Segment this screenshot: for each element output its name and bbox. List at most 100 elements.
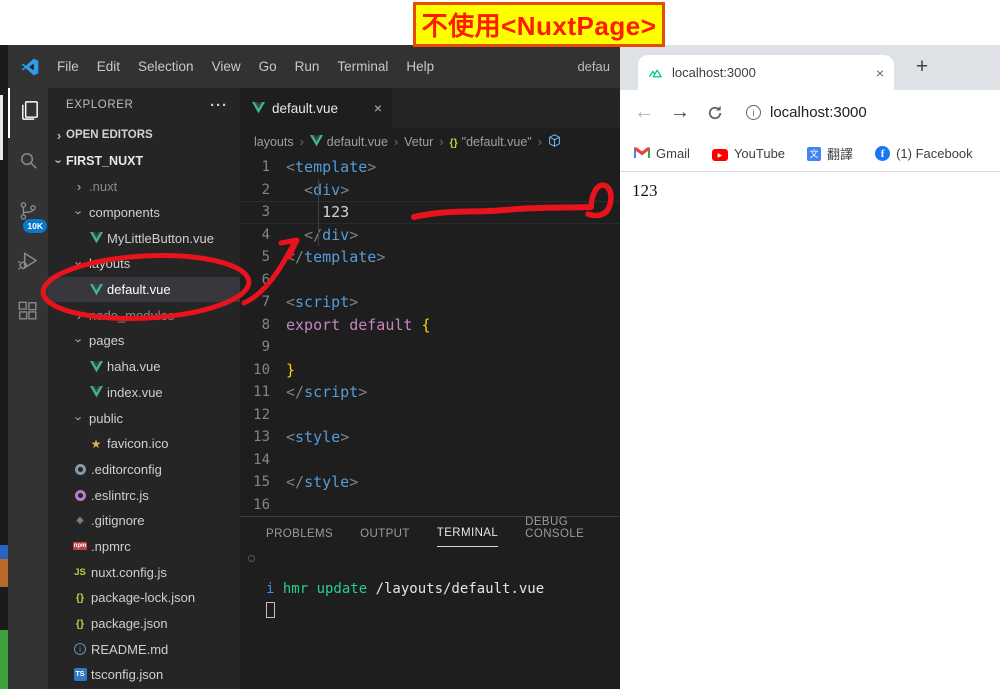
bookmark-[interactable]: 文翻譯 (807, 144, 853, 163)
tree-item-public[interactable]: › public (48, 405, 240, 431)
code-line-7[interactable]: 7 <script> (240, 291, 620, 314)
panel-tab-problems[interactable]: PROBLEMS (266, 528, 333, 547)
tree-item-gitignore[interactable]: ◆ .gitignore (48, 508, 240, 534)
activity-source-control[interactable]: 10K (8, 188, 48, 238)
braces-icon: {} (75, 591, 85, 604)
breadcrumb-item-vetur[interactable]: Vetur (404, 135, 433, 149)
menu-item-terminal[interactable]: Terminal (328, 59, 397, 74)
chevron-right-icon: › (76, 179, 82, 195)
panel-tab-output[interactable]: OUTPUT (360, 528, 410, 547)
tree-item-nuxt-config-js[interactable]: JS nuxt.config.js (48, 559, 240, 585)
code-line-14[interactable]: 14 (240, 449, 620, 472)
new-tab-button[interactable]: + (908, 53, 936, 81)
terminal[interactable]: i hmr update /layouts/default.vue (266, 579, 620, 624)
line-number: 2 (261, 181, 270, 198)
tree-item-haha-vue[interactable]: haha.vue (48, 354, 240, 380)
breadcrumb-item-default-vue[interactable]: default.vue (309, 134, 388, 150)
activity-run-debug[interactable] (8, 238, 48, 288)
back-icon[interactable]: ← (634, 101, 654, 124)
tree-item-mylittlebutton-vue[interactable]: MyLittleButton.vue (48, 225, 240, 251)
menu-item-edit[interactable]: Edit (88, 59, 129, 74)
activity-extensions[interactable] (8, 288, 48, 338)
menu-item-help[interactable]: Help (397, 59, 443, 74)
tab-close-icon[interactable]: × (876, 65, 884, 81)
diamond-icon: ◆ (76, 515, 84, 527)
more-actions-icon[interactable]: ··· (210, 97, 228, 114)
tree-item-node-modules[interactable]: › node_modules (48, 302, 240, 328)
browser-tab[interactable]: localhost:3000 × (638, 55, 894, 90)
breadcrumb-item-layouts[interactable]: layouts (254, 135, 294, 149)
tree-item-npmrc[interactable]: npm .npmrc (48, 534, 240, 560)
source-control-badge: 10K (23, 219, 47, 233)
code-line-1[interactable]: 1 <template> (240, 156, 620, 179)
vue-icon (88, 360, 104, 373)
tree-item-package-lock-json[interactable]: {} package-lock.json (48, 585, 240, 611)
tree-item-default-vue[interactable]: default.vue (48, 276, 240, 303)
activity-search[interactable] (8, 138, 48, 188)
tree-item-index-vue[interactable]: index.vue (48, 380, 240, 406)
menu-item-run[interactable]: Run (286, 59, 329, 74)
code-line-15[interactable]: 15 </style> (240, 471, 620, 494)
vue-icon (88, 232, 104, 244)
tree-item-package-json[interactable]: {} package.json (48, 611, 240, 637)
tree-item-nuxt[interactable]: › .nuxt (48, 174, 240, 200)
code-line-4[interactable]: 4 </div> (240, 224, 620, 247)
bookmark-1-facebook[interactable]: f (1) Facebook (875, 145, 973, 162)
nuxt-favicon-icon (648, 66, 664, 79)
forward-icon[interactable]: → (670, 101, 690, 124)
open-editors-section[interactable]: › OPEN EDITORS (48, 122, 240, 148)
vue-icon (250, 102, 266, 114)
breadcrumb-item-cube[interactable] (548, 134, 561, 150)
code-line-12[interactable]: 12 (240, 404, 620, 427)
menu-item-selection[interactable]: Selection (129, 59, 203, 74)
bookmark-gmail[interactable]: Gmail (634, 146, 690, 161)
tree-item-pages[interactable]: › pages (48, 328, 240, 354)
code-line-10[interactable]: 10} (240, 359, 620, 382)
panel-tab-terminal[interactable]: TERMINAL (436, 527, 499, 547)
tree-item-components[interactable]: › components (48, 200, 240, 226)
tab-default-vue[interactable]: default.vue × (240, 88, 392, 128)
breadcrumb-item-default-vue[interactable]: {} "default.vue" (449, 135, 531, 149)
reload-icon[interactable] (706, 104, 724, 122)
gear-icon (72, 463, 88, 475)
menu-item-go[interactable]: Go (250, 59, 286, 74)
code-line-3[interactable]: 3 123 (240, 201, 620, 224)
tree-item-tsconfig-json[interactable]: TS tsconfig.json (48, 662, 240, 688)
site-info-icon[interactable]: i (746, 105, 761, 120)
ts-icon: TS (72, 668, 88, 682)
project-root-section[interactable]: › FIRST_NUXT (48, 148, 240, 174)
menu-item-view[interactable]: View (203, 59, 250, 74)
code-line-6[interactable]: 6 (240, 269, 620, 292)
explorer-header: EXPLORER ··· (66, 96, 228, 114)
code-line-2[interactable]: 2 <div> (240, 179, 620, 202)
panel-dot (248, 555, 255, 562)
browser-toolbar: ← → i localhost:3000 (620, 90, 1000, 135)
tree-item-layouts[interactable]: › layouts (48, 251, 240, 277)
address-bar[interactable]: i localhost:3000 (746, 104, 867, 121)
tree-item-favicon-ico[interactable]: ★ favicon.ico (48, 431, 240, 457)
tree-item-editorconfig[interactable]: .editorconfig (48, 457, 240, 483)
menu-item-file[interactable]: File (48, 59, 88, 74)
chevron-down-icon: › (71, 210, 87, 215)
gmail-icon (634, 146, 650, 161)
code-line-5[interactable]: 5 </template> (240, 246, 620, 269)
code-line-9[interactable]: 9 (240, 336, 620, 359)
code-line-16[interactable]: 16 (240, 494, 620, 517)
tree-item-readme-md[interactable]: i README.md (48, 636, 240, 662)
code-line-8[interactable]: 8 export default { (240, 314, 620, 337)
callout-banner: 不使用<NuxtPage> (413, 2, 665, 47)
code-line-11[interactable]: 11 </script> (240, 381, 620, 404)
breadcrumb-separator: › (537, 135, 542, 149)
indent-guide (318, 178, 319, 246)
tab-close-icon[interactable]: × (374, 100, 382, 116)
code-line-13[interactable]: 13 <style> (240, 426, 620, 449)
star-icon: ★ (90, 436, 102, 451)
bookmark-youtube[interactable]: ▶ YouTube (711, 145, 785, 162)
chevron-down-icon: › (51, 158, 67, 164)
code-editor[interactable]: 1 <template> 2 <div> 3 123 4 </div> 5 </templa… (240, 156, 620, 516)
vue-icon (88, 283, 104, 296)
activity-explorer[interactable] (8, 88, 48, 138)
panel-tab-debug-console[interactable]: DEBUG CONSOLE (525, 516, 620, 547)
tree-item-eslintrc-js[interactable]: .eslintrc.js (48, 482, 240, 508)
line-number: 5 (261, 249, 270, 265)
